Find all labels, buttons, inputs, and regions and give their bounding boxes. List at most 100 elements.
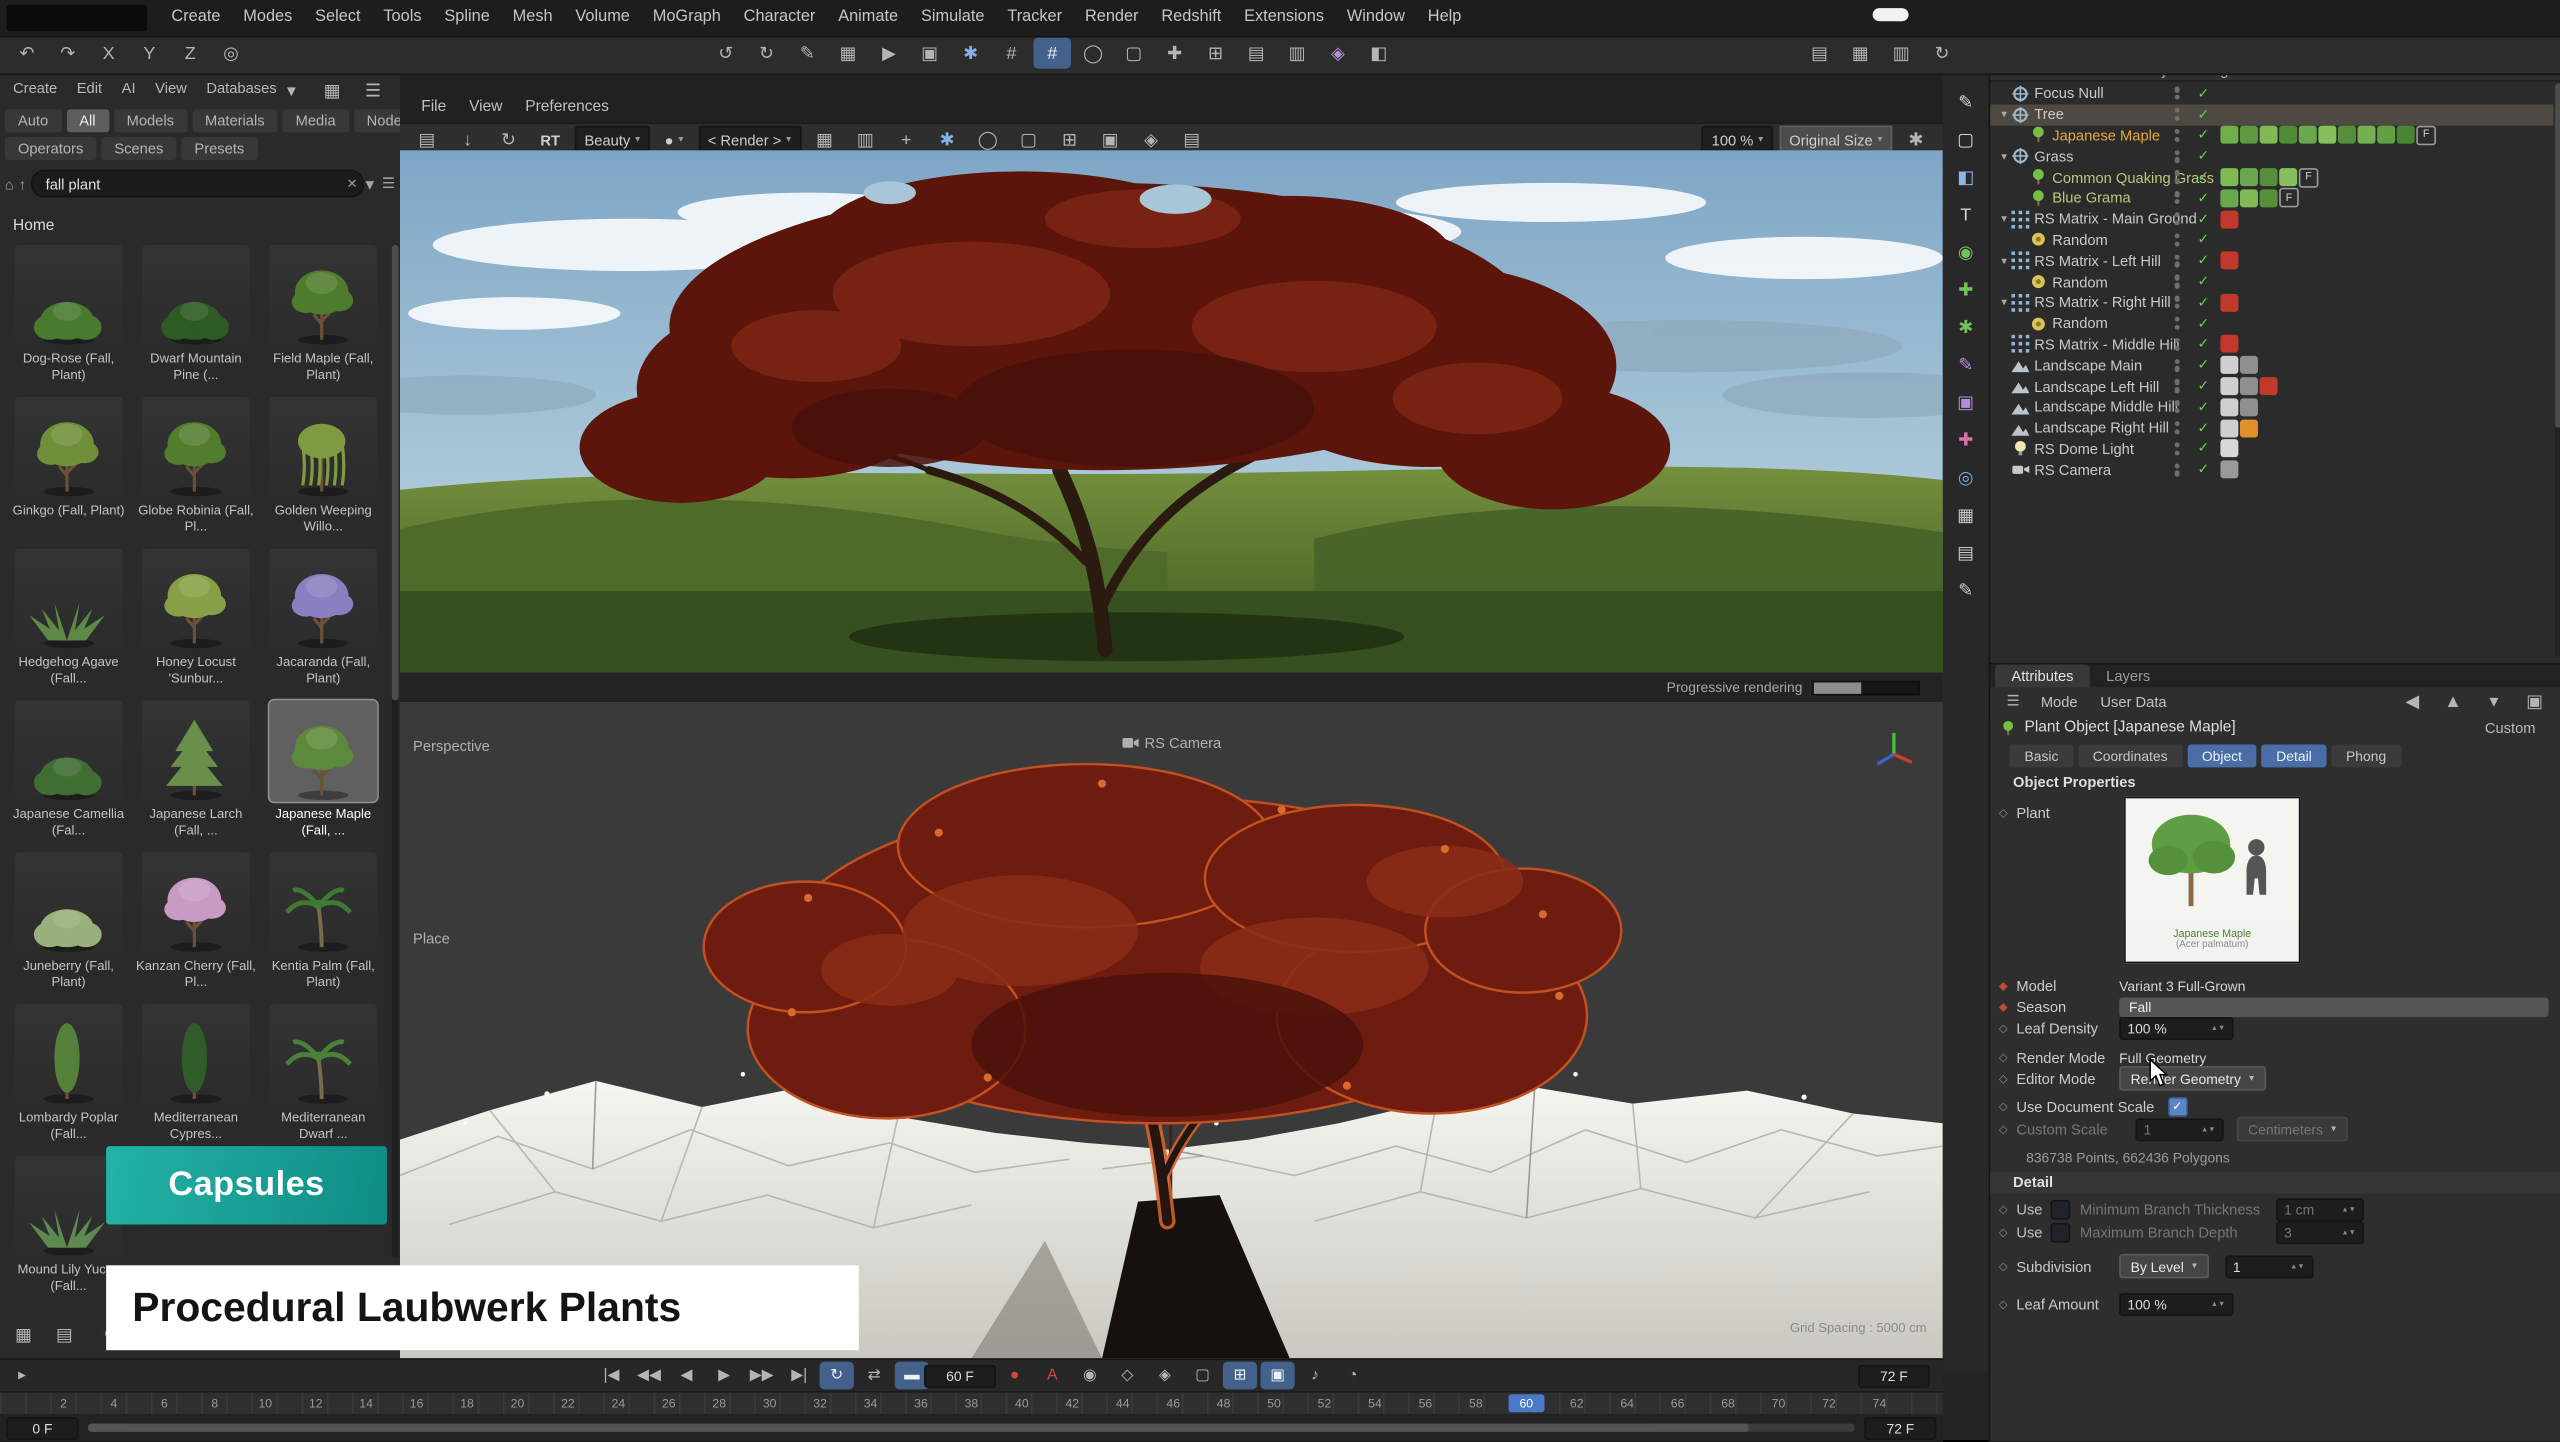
object-row-landscape-right-hill[interactable]: Landscape Right Hill✓ <box>1990 418 2553 439</box>
attr-tab-detail[interactable]: Detail <box>2262 744 2327 767</box>
undo-icon[interactable]: ↶ <box>8 38 46 69</box>
object-row-rs-camera[interactable]: RS Camera✓ <box>1990 459 2553 480</box>
snap-grid-button[interactable]: # <box>1033 38 1071 69</box>
layout-2-button[interactable]: ▦ <box>1842 38 1880 69</box>
rotation-key-button[interactable]: ▢ <box>1185 1362 1219 1390</box>
breadcrumb[interactable]: Home <box>13 217 54 235</box>
menu-redshift[interactable]: Redshift <box>1150 0 1233 36</box>
user-data-menu[interactable]: User Data <box>2089 693 2178 709</box>
asset-item[interactable]: Honey Locust 'Sunbur... <box>132 549 259 688</box>
object-row-japanese-maple[interactable]: Japanese Maple✓F <box>1990 125 2553 146</box>
tab-media[interactable]: Media <box>283 109 349 132</box>
leaf-density-field[interactable]: 100 %▲▼ <box>2119 1016 2233 1039</box>
min-branch-field[interactable]: 1 cm▲▼ <box>2276 1198 2364 1221</box>
menu-tracker[interactable]: Tracker <box>996 0 1074 36</box>
sphere-tool-icon[interactable]: ◉ <box>1947 237 1985 268</box>
object-row-rs-matrix-middle-hill[interactable]: RS Matrix - Middle Hill✓ <box>1990 334 2553 355</box>
selection-frame-button[interactable]: ▢ <box>1115 38 1153 69</box>
asset-item[interactable]: Dog-Rose (Fall, Plant) <box>5 245 132 384</box>
rectangle-tool-icon[interactable]: ▢ <box>1947 124 1985 155</box>
pingpong-button[interactable]: ⇄ <box>857 1362 891 1390</box>
interactive-render-button[interactable]: ✱ <box>952 38 990 69</box>
attributes-menu-icon[interactable]: ☰ <box>1998 690 2027 713</box>
use-document-scale-checkbox[interactable]: ✓ <box>2167 1096 2187 1116</box>
footer-grid-icon[interactable]: ▦ <box>5 1319 43 1350</box>
attr-tab-phong[interactable]: Phong <box>2331 744 2401 767</box>
image-b-button[interactable]: ▥ <box>1278 38 1316 69</box>
tab-operators[interactable]: Operators <box>5 137 96 160</box>
layout-3-button[interactable]: ▥ <box>1882 38 1920 69</box>
plant-tool-icon[interactable]: ✚ <box>1947 274 1985 305</box>
tab-create[interactable]: Create <box>3 77 67 100</box>
rotate-right-icon[interactable]: ↻ <box>748 38 786 69</box>
asset-item[interactable]: Mediterranean Cypres... <box>132 1004 259 1143</box>
volume-button[interactable]: ◧ <box>1360 38 1398 69</box>
range-end-field[interactable]: 72 F <box>1864 1416 1936 1439</box>
asset-item[interactable]: Hedgehog Agave (Fall... <box>5 549 132 688</box>
footer-list-icon[interactable]: ▤ <box>46 1319 84 1350</box>
object-row-rs-matrix-right-hill[interactable]: ▾RS Matrix - Right Hill✓ <box>1990 292 2553 313</box>
menu-render[interactable]: Render <box>1074 0 1150 36</box>
record-button[interactable]: ● <box>998 1362 1032 1390</box>
menu-mograph[interactable]: MoGraph <box>641 0 732 36</box>
asset-item[interactable]: Field Maple (Fall, Plant) <box>260 245 387 384</box>
asset-item[interactable]: Juneberry (Fall, Plant) <box>5 852 132 991</box>
tab-nodes[interactable]: Nodes <box>354 109 402 132</box>
model-value[interactable]: Variant 3 Full-Grown <box>2119 977 2245 993</box>
menu-modes[interactable]: Modes <box>232 0 304 36</box>
object-row-rs-matrix-main-ground[interactable]: ▾RS Matrix - Main Ground✓ <box>1990 209 2553 230</box>
subdivision-level-field[interactable]: 1▲▼ <box>2225 1255 2313 1278</box>
ik-button[interactable]: ⊞ <box>1197 38 1235 69</box>
pla-key-button[interactable]: ▣ <box>1260 1362 1294 1390</box>
timeline-ruler[interactable]: 2468101214161820222426283032343638404244… <box>0 1391 1943 1415</box>
spline-pen-icon[interactable]: ✎ <box>1947 87 1985 118</box>
camera-tool-icon[interactable]: ▦ <box>1947 500 1985 531</box>
end-frame-field[interactable]: 72 F <box>1858 1365 1930 1388</box>
rate-button[interactable]: ◔ <box>1336 1362 1370 1390</box>
object-row-landscape-middle-hill[interactable]: Landscape Middle Hill✓ <box>1990 397 2553 418</box>
text-tool-icon[interactable]: T <box>1947 199 1985 230</box>
object-row-random[interactable]: Random✓ <box>1990 313 2553 334</box>
asset-item[interactable]: Ginkgo (Fall, Plant) <box>5 397 132 536</box>
lock-icon[interactable]: ▣ <box>2516 686 2554 717</box>
asset-item[interactable]: Golden Weeping Willo... <box>260 397 387 536</box>
asset-item[interactable]: Jacaranda (Fall, Plant) <box>260 549 387 688</box>
object-row-blue-grama[interactable]: Blue Grama✓F <box>1990 188 2553 209</box>
coordinate-system-button[interactable]: ◎ <box>212 38 250 69</box>
menu-tools[interactable]: Tools <box>372 0 433 36</box>
axis-tool-icon[interactable]: ✚ <box>1947 424 1985 455</box>
menu-create[interactable]: Create <box>160 0 232 36</box>
mograph-button[interactable]: ◈ <box>1319 38 1357 69</box>
menu-animate[interactable]: Animate <box>827 0 910 36</box>
menu-window[interactable]: Window <box>1335 0 1416 36</box>
tab-preferences[interactable]: Preferences <box>514 98 621 116</box>
asset-item[interactable]: Dwarf Mountain Pine (... <box>132 245 259 384</box>
keyframe-marker-icon[interactable]: ◇ <box>1990 806 2016 819</box>
draw-tool-icon[interactable]: ✎ <box>1947 575 1985 606</box>
tab-edit[interactable]: Edit <box>67 77 112 100</box>
tab-view[interactable]: View <box>145 77 196 100</box>
generator-tool-icon[interactable]: ✱ <box>1947 312 1985 343</box>
up-icon[interactable]: ↑ <box>19 176 26 192</box>
tab-attributes[interactable]: Attributes <box>1995 664 2090 687</box>
object-row-focus-null[interactable]: Focus Null✓ <box>1990 83 2553 104</box>
workplane-button[interactable]: ◯ <box>1074 38 1112 69</box>
asset-scrollbar[interactable] <box>392 245 399 1257</box>
menu-simulate[interactable]: Simulate <box>910 0 996 36</box>
range-slider[interactable] <box>88 1424 1855 1432</box>
detail-section-header[interactable]: Detail <box>1990 1172 2560 1193</box>
redo-icon[interactable]: ↷ <box>49 38 87 69</box>
search-input[interactable] <box>31 170 365 198</box>
filter-icon[interactable]: ▼ <box>362 176 377 192</box>
menu-volume[interactable]: Volume <box>564 0 641 36</box>
tab-models[interactable]: Models <box>114 109 187 132</box>
up-icon[interactable]: ▲ <box>2434 686 2472 717</box>
asset-item[interactable]: Japanese Maple (Fall, ... <box>260 700 387 839</box>
sort-icon[interactable]: ▾ <box>273 75 311 106</box>
asset-item[interactable]: Kentia Palm (Fall, Plant) <box>260 852 387 991</box>
menu-mesh[interactable]: Mesh <box>501 0 564 36</box>
tab-auto[interactable]: Auto <box>5 109 61 132</box>
sound-button[interactable]: ♪ <box>1298 1362 1332 1390</box>
grid-tool-icon[interactable]: ▤ <box>1947 537 1985 568</box>
display-options-button[interactable]: ●▾ <box>656 127 691 151</box>
